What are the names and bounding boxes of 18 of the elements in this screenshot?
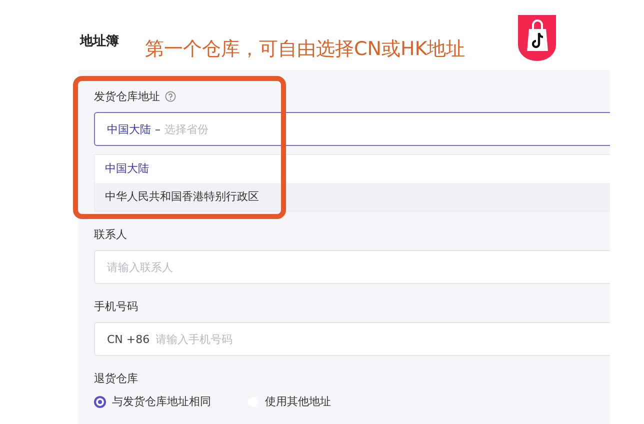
help-icon[interactable] (165, 90, 176, 102)
radio-label: 与发货仓库地址相同 (112, 394, 211, 409)
field-label: 联系人 (94, 226, 127, 242)
phone-input-field[interactable]: CN +86 请输入手机号码 (94, 322, 610, 356)
field-label: 发货仓库地址 (94, 88, 160, 104)
phone-number-input[interactable]: 请输入手机号码 (156, 332, 610, 346)
page-title: 地址簿 (80, 33, 119, 50)
region-select[interactable]: 中国大陆 – 选择省份 (94, 112, 610, 146)
field-label: 退货仓库 (94, 370, 138, 386)
dropdown-option[interactable]: 中国大陆 (95, 155, 610, 183)
field-label: 手机号码 (94, 298, 138, 314)
radio-label: 使用其他地址 (265, 394, 331, 409)
annotation-text: 第一个仓库，可自由选择CN或HK地址 (145, 37, 466, 62)
dropdown-option[interactable]: 中华人民共和国香港特别行政区 (95, 183, 610, 211)
contact-input-field[interactable]: 请输入联系人 (94, 250, 610, 284)
country-code-text[interactable]: CN +86 (107, 332, 150, 346)
radio-button[interactable] (94, 396, 106, 408)
shopping-bag-logo-icon (518, 15, 556, 61)
